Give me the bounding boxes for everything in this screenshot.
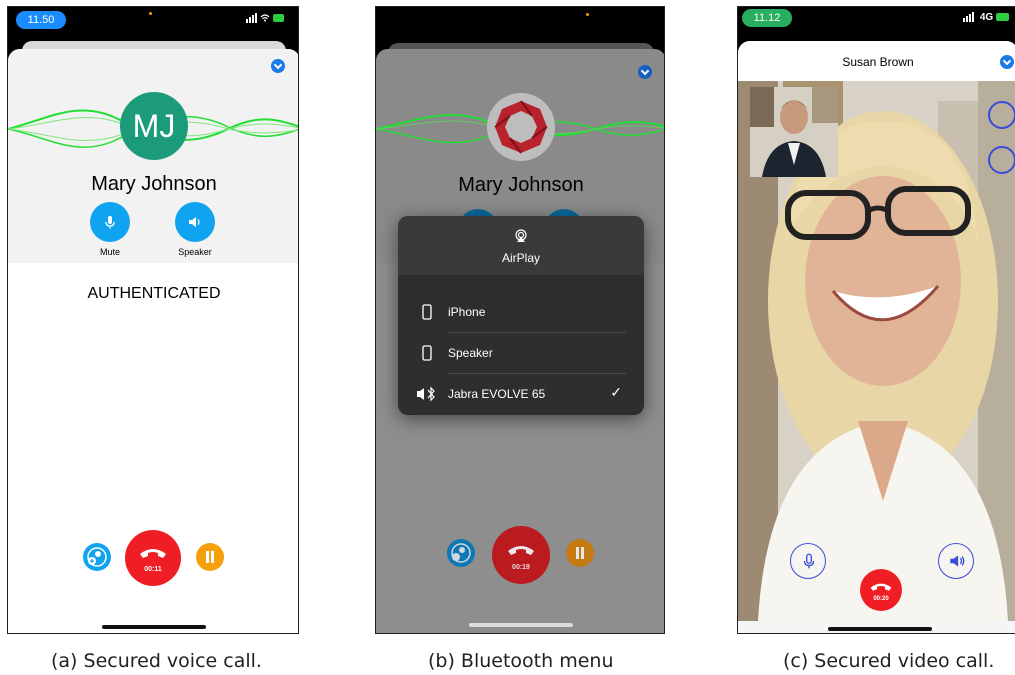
- phone-device-icon: [422, 345, 432, 361]
- airplay-option-label: Jabra EVOLVE 65: [448, 387, 546, 401]
- airplay-option-label: Speaker: [448, 346, 493, 360]
- speaker-label: Speaker: [178, 247, 212, 257]
- status-time: 11.12: [742, 9, 792, 27]
- mute-button[interactable]: [790, 543, 826, 579]
- call-timer: 00:11: [144, 566, 162, 573]
- authentication-status: AUTHENTICATED: [87, 285, 221, 302]
- end-call-button[interactable]: 00:20: [860, 569, 902, 611]
- mic-indicator-dot: [586, 13, 589, 16]
- add-user-icon: [87, 547, 107, 567]
- network-type: 4G: [979, 12, 994, 23]
- app-logo-badge: [487, 93, 555, 161]
- airplay-option-speaker[interactable]: Speaker: [398, 333, 644, 374]
- phone-hangup-icon: [140, 549, 166, 558]
- airplay-option-label: iPhone: [448, 305, 486, 319]
- speaker-button[interactable]: [175, 202, 215, 242]
- caption-c: (c) Secured video call.: [783, 650, 995, 672]
- call-timer: 00:19: [512, 564, 530, 571]
- title-bar: Susan Brown: [738, 41, 1015, 81]
- phone-voice-call: 11.50 MJ Mary Johnson Mute Speaker AUTHE…: [7, 6, 299, 634]
- airplay-option-jabra[interactable]: Jabra EVOLVE 65 ✓: [398, 374, 644, 415]
- avatar: MJ: [120, 92, 188, 160]
- status-time: 11.50: [16, 11, 66, 29]
- mute-label: Mute: [99, 247, 120, 257]
- airplay-title: AirPlay: [501, 251, 540, 265]
- switch-camera-icon[interactable]: [988, 101, 1015, 129]
- phone-hangup-icon: [508, 546, 534, 555]
- airplay-header: AirPlay: [398, 216, 644, 275]
- microphone-icon: [803, 553, 815, 569]
- call-sheet: Susan Brown 00:20: [738, 41, 1015, 633]
- mute-button[interactable]: [90, 202, 130, 242]
- home-indicator[interactable]: [828, 627, 932, 631]
- pause-icon: [206, 551, 214, 563]
- chevron-down-icon[interactable]: [271, 59, 285, 73]
- microphone-icon: [105, 216, 115, 229]
- phone-bluetooth-menu: Mary Johnson 00:19 AirPlay iPhone Speake…: [375, 6, 665, 634]
- pause-icon: [576, 547, 584, 559]
- chevron-down-icon[interactable]: [638, 65, 652, 79]
- speaker-button[interactable]: [938, 543, 974, 579]
- video-off-icon[interactable]: [988, 146, 1015, 174]
- speaker-icon: [189, 217, 200, 227]
- status-icons: 4G: [963, 12, 1010, 23]
- contact-name: Susan Brown: [842, 55, 914, 69]
- remote-video: 00:20: [738, 81, 1015, 621]
- call-sheet: MJ Mary Johnson Mute Speaker AUTHENTICAT…: [8, 49, 298, 633]
- home-indicator[interactable]: [102, 625, 206, 629]
- airplay-icon: [515, 229, 527, 242]
- add-user-icon: [451, 543, 471, 563]
- caller-name: Mary Johnson: [91, 173, 217, 195]
- end-call-button[interactable]: 00:11: [125, 530, 181, 586]
- phone-device-icon: [422, 304, 432, 320]
- add-participant-button[interactable]: [447, 539, 475, 567]
- bluetooth-speaker-icon: [417, 386, 435, 402]
- hold-button[interactable]: [566, 539, 594, 567]
- phone-hangup-icon: [870, 583, 892, 591]
- caption-b: (b) Bluetooth menu: [428, 650, 614, 672]
- status-icons: [246, 13, 286, 26]
- caller-panel: MJ Mary Johnson Mute Speaker: [8, 49, 298, 263]
- hold-button[interactable]: [196, 543, 224, 571]
- mic-indicator-dot: [149, 12, 152, 15]
- caption-a: (a) Secured voice call.: [51, 650, 262, 672]
- phone-video-call: 11.12 4G Susan Brown 00:20: [737, 6, 1015, 634]
- add-participant-button[interactable]: [83, 543, 111, 571]
- logo-icon: [494, 100, 548, 154]
- caller-name: Mary Johnson: [458, 174, 584, 196]
- end-call-button[interactable]: 00:19: [492, 526, 550, 584]
- home-indicator[interactable]: [469, 623, 573, 627]
- checkmark-icon: ✓: [610, 384, 622, 400]
- chevron-down-icon[interactable]: [1000, 55, 1014, 69]
- airplay-option-iphone[interactable]: iPhone: [398, 292, 644, 333]
- local-video-preview[interactable]: [750, 87, 838, 177]
- speaker-icon: [950, 555, 965, 567]
- call-timer: 00:20: [873, 596, 889, 602]
- airplay-menu: AirPlay iPhone Speaker Jabra EVOLVE 65 ✓: [398, 216, 644, 415]
